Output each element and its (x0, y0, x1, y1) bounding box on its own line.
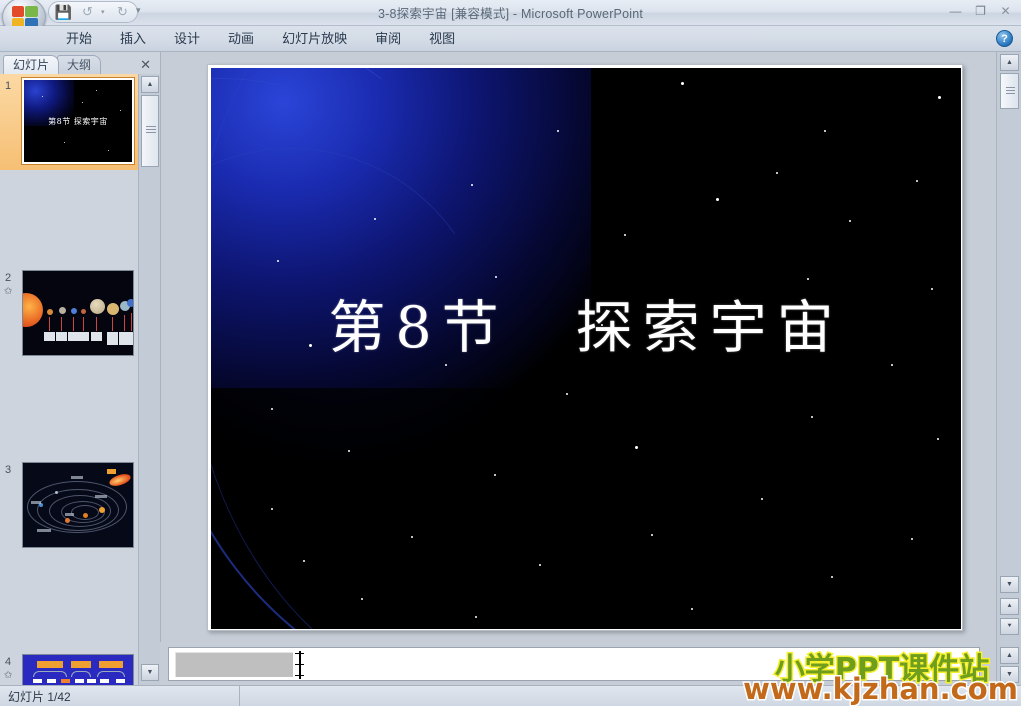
redo-icon[interactable]: ↻ (112, 3, 133, 22)
thumb-title: 第8节 探索宇宙 (48, 117, 108, 126)
window-title: 3-8探索宇宙 [兼容模式] - Microsoft PowerPoint (377, 7, 644, 21)
status-bar: 幻灯片 1/42 (0, 685, 1021, 706)
slide-number: 3 (5, 464, 12, 476)
slide-editing-area: 第8节 探索宇宙 (160, 52, 996, 642)
tab-review[interactable]: 审阅 (361, 26, 415, 52)
thumb-art (23, 463, 133, 547)
tab-view[interactable]: 视图 (415, 26, 469, 52)
notes-scroll-up-button[interactable]: ▲ (1000, 647, 1019, 664)
thumbnail-scroll-thumb[interactable] (141, 95, 159, 167)
notes-pane (160, 644, 996, 685)
powerpoint-window: 3-8探索宇宙 [兼容模式] - Microsoft PowerPoint 💾 … (0, 0, 1021, 706)
slide-number: 4 (5, 656, 12, 668)
slides-outline-tabs: 幻灯片 大纲 ✕ (0, 52, 160, 74)
restore-button[interactable]: ❐ (969, 2, 992, 19)
quick-access-toolbar: 💾 ↺ ▾ ↻ (48, 1, 138, 23)
office-logo-red-icon (12, 6, 24, 17)
notes-scroll-down-button[interactable]: ▼ (1000, 666, 1019, 683)
tab-slides[interactable]: 幻灯片 (3, 55, 60, 74)
slide-title-text[interactable]: 第8节 探索宇宙 (211, 282, 961, 364)
tab-outline[interactable]: 大纲 (57, 55, 102, 74)
previous-slide-button[interactable]: ⯅ (1000, 598, 1019, 615)
tab-insert[interactable]: 插入 (106, 26, 160, 52)
notes-textbox[interactable] (168, 647, 980, 681)
animation-star-icon: ✩ (4, 286, 13, 297)
title-bar: 3-8探索宇宙 [兼容模式] - Microsoft PowerPoint 💾 … (0, 0, 1021, 37)
save-icon[interactable]: 💾 (53, 3, 74, 22)
minimize-button[interactable]: — (944, 2, 967, 19)
slide-number: 1 (5, 80, 12, 92)
list-item[interactable]: 4 ✩ (0, 650, 138, 685)
slide-thumbnail[interactable] (22, 270, 134, 356)
tab-home[interactable]: 开始 (52, 26, 106, 52)
thumbnail-scroll-down-button[interactable]: ▼ (141, 664, 159, 681)
thumbnail-scroll-up-button[interactable]: ▲ (141, 76, 159, 93)
ribbon-tabs: 开始 插入 设计 动画 幻灯片放映 审阅 视图 (52, 26, 469, 52)
list-item[interactable]: 3 (0, 458, 138, 554)
scroll-up-button[interactable]: ▲ (1000, 54, 1019, 71)
next-slide-button[interactable]: ⯆ (1000, 618, 1019, 635)
thumb-art: 第8节 探索宇宙 (24, 80, 132, 162)
thumbnail-scrollbar[interactable]: ▲ ▼ (138, 74, 160, 685)
slides-pane: 幻灯片 大纲 ✕ 1 第8节 探索宇宙 2 ✩ 3 4 ✩ ▲ ▼ (0, 52, 160, 685)
customize-toolbar-icon[interactable]: ▾ (136, 5, 141, 16)
scroll-thumb[interactable] (1000, 73, 1019, 109)
scroll-grip-icon (146, 126, 156, 134)
window-controls: — ❐ ✕ (944, 2, 1017, 19)
undo-dropdown-icon[interactable]: ▾ (101, 8, 109, 16)
slide-thumbnail[interactable] (22, 462, 134, 548)
animation-star-icon: ✩ (4, 670, 13, 681)
scroll-grip-icon (1006, 87, 1015, 95)
slide-counter: 幻灯片 1/42 (0, 686, 240, 706)
tab-animations[interactable]: 动画 (214, 26, 268, 52)
slide-number: 2 (5, 272, 12, 284)
tab-slideshow[interactable]: 幻灯片放映 (268, 26, 361, 52)
slide-thumbnail[interactable] (22, 654, 134, 685)
notes-placeholder (175, 652, 293, 677)
thumb-art (23, 271, 133, 355)
ribbon-tab-bar: 开始 插入 设计 动画 幻灯片放映 审阅 视图 ? (0, 26, 1021, 52)
current-slide[interactable]: 第8节 探索宇宙 (211, 68, 961, 629)
help-icon[interactable]: ? (996, 30, 1013, 47)
list-item[interactable]: 2 ✩ (0, 266, 138, 362)
thumb-art (23, 655, 133, 685)
close-pane-icon[interactable]: ✕ (140, 55, 151, 74)
list-item[interactable]: 1 第8节 探索宇宙 (0, 74, 138, 170)
close-button[interactable]: ✕ (994, 2, 1017, 19)
slide-scrollbar[interactable]: ▲ ▼ ⯅ ⯆ ▲ ▼ (996, 52, 1021, 685)
undo-icon[interactable]: ↺ (77, 3, 98, 22)
slide-thumbnail[interactable]: 第8节 探索宇宙 (21, 77, 135, 165)
scroll-down-button[interactable]: ▼ (1000, 576, 1019, 593)
thumbnail-list[interactable]: 1 第8节 探索宇宙 2 ✩ 3 4 ✩ (0, 74, 138, 685)
office-logo-green-icon (25, 6, 38, 17)
tab-design[interactable]: 设计 (160, 26, 214, 52)
